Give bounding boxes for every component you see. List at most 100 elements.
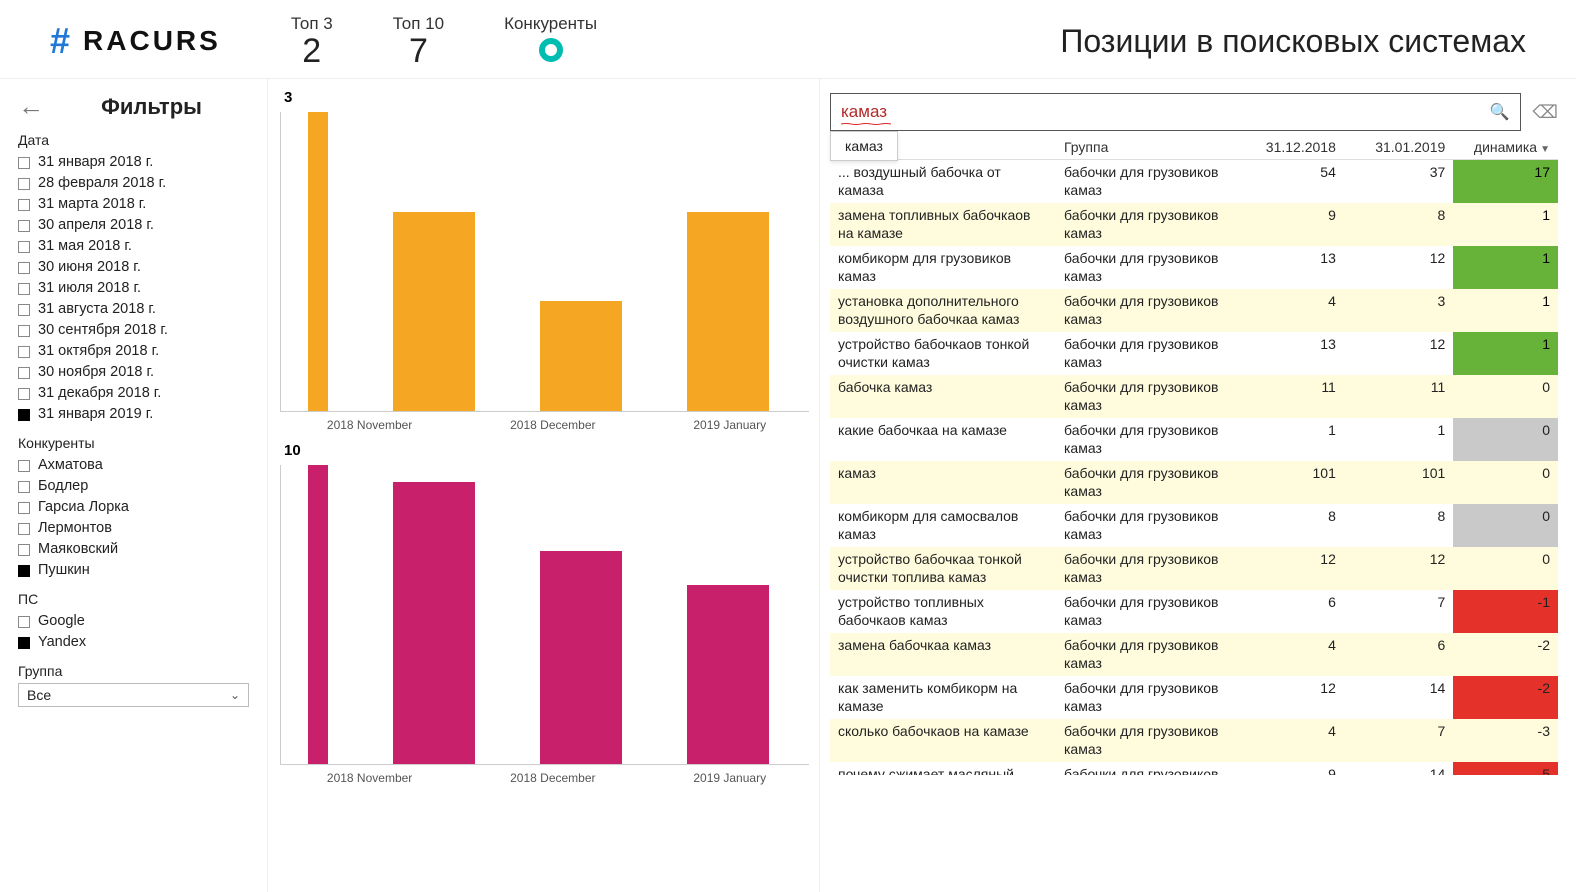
cell-d2: 14 (1344, 676, 1453, 719)
filter-date-label: 31 марта 2018 г. (38, 194, 146, 215)
back-arrow-icon[interactable]: ← (18, 91, 44, 122)
filter-ps-1[interactable]: Yandex (18, 632, 249, 653)
filter-competitor-4[interactable]: Маяковский (18, 539, 249, 560)
cell-d2: 1 (1344, 418, 1453, 461)
filter-date-1[interactable]: 28 февраля 2018 г. (18, 173, 249, 194)
table-row[interactable]: замена бабочкаа камазбабочки для грузови… (830, 633, 1558, 676)
table-row[interactable]: замена топливных бабочкаов на камазебабо… (830, 203, 1558, 246)
table-panel: 🔍 ⌫ камаз Группа 31.12.2018 31.01.2019 д… (820, 79, 1576, 892)
filter-date-label: 30 июня 2018 г. (38, 257, 141, 278)
checkbox-icon (18, 262, 30, 274)
table-row[interactable]: камазбабочки для грузовиков камаз1011010 (830, 461, 1558, 504)
filter-competitor-1[interactable]: Бодлер (18, 476, 249, 497)
table-row[interactable]: установка дополнительного воздушного баб… (830, 289, 1558, 332)
competitors-circle-icon (539, 38, 563, 62)
sidebar: ← Фильтры Дата 31 января 2018 г.28 февра… (0, 79, 268, 892)
eraser-icon[interactable]: ⌫ (1533, 102, 1558, 123)
chart-bar[interactable] (540, 301, 622, 411)
search-input[interactable] (841, 102, 1490, 122)
th-group[interactable]: Группа (1056, 135, 1234, 160)
chart-bar[interactable] (687, 585, 769, 764)
filter-competitor-0[interactable]: Ахматова (18, 455, 249, 476)
checkbox-icon (18, 637, 30, 649)
cell-group: бабочки для грузовиков камаз (1056, 375, 1234, 418)
checkbox-icon (18, 199, 30, 211)
cell-dynamics: 0 (1453, 461, 1558, 504)
filter-competitor-3[interactable]: Лермонтов (18, 518, 249, 539)
filter-competitor-label: Гарсиа Лорка (38, 497, 129, 518)
table-row[interactable]: устройство бабочкаа тонкой очистки топли… (830, 547, 1558, 590)
x-tick: 2019 January (693, 418, 766, 432)
chart-bar[interactable] (393, 212, 475, 411)
filter-date-11[interactable]: 31 декабря 2018 г. (18, 383, 249, 404)
chart-bar-partial[interactable] (308, 465, 328, 764)
th-dynamics[interactable]: динамика▼ (1453, 135, 1558, 160)
checkbox-icon (18, 409, 30, 421)
table-row[interactable]: какие бабочкаа на камазебабочки для груз… (830, 418, 1558, 461)
x-tick: 2018 December (510, 418, 595, 432)
chart-bar-partial[interactable] (308, 112, 328, 411)
th-date1[interactable]: 31.12.2018 (1234, 135, 1343, 160)
table-row[interactable]: бабочка камазбабочки для грузовиков кама… (830, 375, 1558, 418)
table-row[interactable]: комбикорм для самосвалов камазбабочки дл… (830, 504, 1558, 547)
cell-keyword: комбикорм для самосвалов камаз (830, 504, 1056, 547)
chart-bar[interactable] (540, 551, 622, 764)
table-row[interactable]: как заменить комбикорм на камазебабочки … (830, 676, 1558, 719)
filter-date-3[interactable]: 30 апреля 2018 г. (18, 215, 249, 236)
cell-group: бабочки для грузовиков камаз (1056, 289, 1234, 332)
cell-d1: 12 (1234, 676, 1343, 719)
kpi-top3: Топ 3 2 (291, 14, 333, 68)
table-row[interactable]: устройство бабочкаов тонкой очистки кама… (830, 332, 1558, 375)
filter-competitors-label: Конкуренты (18, 435, 249, 451)
table-row[interactable]: комбикорм для грузовиков камазбабочки дл… (830, 246, 1558, 289)
filter-date-12[interactable]: 31 января 2019 г. (18, 404, 249, 425)
filter-date-4[interactable]: 31 мая 2018 г. (18, 236, 249, 257)
checkbox-icon (18, 241, 30, 253)
filter-date-label: 31 декабря 2018 г. (38, 383, 161, 404)
cell-d1: 9 (1234, 762, 1343, 775)
filter-date-7[interactable]: 31 августа 2018 г. (18, 299, 249, 320)
results-table: Группа 31.12.2018 31.01.2019 динамика▼ .… (830, 135, 1558, 775)
hash-icon: # (50, 20, 73, 62)
filter-date-label: 30 ноября 2018 г. (38, 362, 154, 383)
table-row[interactable]: ... воздушный бабочка от камазабабочки д… (830, 160, 1558, 204)
filter-competitor-2[interactable]: Гарсиа Лорка (18, 497, 249, 518)
filter-date-5[interactable]: 30 июня 2018 г. (18, 257, 249, 278)
table-row[interactable]: сколько бабочкаов на камазебабочки для г… (830, 719, 1558, 762)
filter-date-0[interactable]: 31 января 2018 г. (18, 152, 249, 173)
cell-group: бабочки для грузовиков камаз (1056, 547, 1234, 590)
cell-group: бабочки для грузовиков камаз (1056, 160, 1234, 204)
cell-dynamics: 1 (1453, 203, 1558, 246)
cell-dynamics: 0 (1453, 418, 1558, 461)
filter-date-label: 28 февраля 2018 г. (38, 173, 166, 194)
chart-bar[interactable] (393, 482, 475, 764)
chart-bar[interactable] (687, 212, 769, 411)
group-select[interactable]: Все ⌄ (18, 683, 249, 707)
table-row[interactable]: почему сжимает масляный бабочка камазбаб… (830, 762, 1558, 775)
cell-keyword: камаз (830, 461, 1056, 504)
search-icon[interactable]: 🔍 (1490, 102, 1510, 122)
th-date2[interactable]: 31.01.2019 (1344, 135, 1453, 160)
filter-date-6[interactable]: 31 июля 2018 г. (18, 278, 249, 299)
search-box[interactable]: 🔍 (830, 93, 1521, 131)
checkbox-icon (18, 220, 30, 232)
search-suggestion[interactable]: камаз (830, 131, 898, 161)
cell-group: бабочки для грузовиков камаз (1056, 203, 1234, 246)
cell-dynamics: 1 (1453, 246, 1558, 289)
cell-dynamics: -2 (1453, 676, 1558, 719)
filter-date-9[interactable]: 31 октября 2018 г. (18, 341, 249, 362)
filter-date-10[interactable]: 30 ноября 2018 г. (18, 362, 249, 383)
checkbox-icon (18, 178, 30, 190)
table-row[interactable]: устройство топливных бабочкаов камазбабо… (830, 590, 1558, 633)
group-select-value: Все (27, 687, 51, 703)
filter-competitor-5[interactable]: Пушкин (18, 560, 249, 581)
cell-dynamics: 0 (1453, 375, 1558, 418)
cell-d1: 12 (1234, 547, 1343, 590)
kpi-competitors: Конкуренты (504, 14, 597, 68)
filter-date-8[interactable]: 30 сентября 2018 г. (18, 320, 249, 341)
cell-dynamics: -2 (1453, 633, 1558, 676)
cell-d1: 13 (1234, 332, 1343, 375)
cell-d2: 6 (1344, 633, 1453, 676)
filter-date-2[interactable]: 31 марта 2018 г. (18, 194, 249, 215)
filter-ps-0[interactable]: Google (18, 611, 249, 632)
